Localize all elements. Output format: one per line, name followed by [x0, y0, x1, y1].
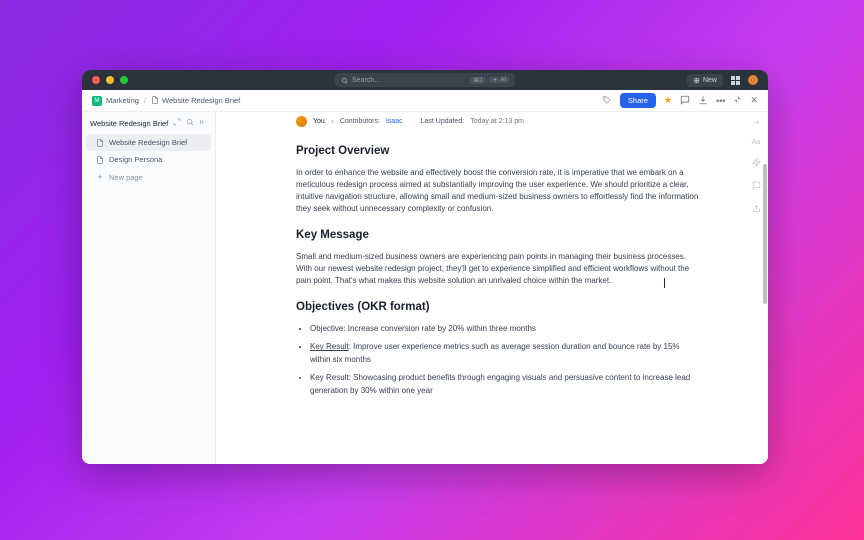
- search-sidebar-icon[interactable]: [186, 118, 194, 128]
- window-controls: [92, 76, 128, 84]
- sidebar-item-label: Design Persona: [109, 155, 162, 164]
- heading-key-message: Key Message: [296, 229, 700, 241]
- page-icon: [151, 96, 159, 106]
- more-icon[interactable]: •••: [716, 96, 725, 106]
- close-icon[interactable]: ✕: [750, 95, 758, 106]
- heading-objectives: Objectives (OKR format): [296, 301, 700, 313]
- meta-separator: [331, 120, 334, 123]
- close-window-icon[interactable]: [92, 76, 100, 84]
- rail-share-icon[interactable]: [750, 204, 762, 215]
- list-item: Key Result: Improve user experience metr…: [310, 341, 700, 366]
- rail-drag-icon[interactable]: ⇢: [750, 118, 762, 127]
- tree-toggle-icon[interactable]: [199, 118, 207, 128]
- user-avatar[interactable]: [748, 75, 758, 85]
- contributor-name[interactable]: Isaac: [386, 118, 403, 125]
- breadcrumb-space[interactable]: Marketing: [106, 96, 139, 105]
- updated-value: Today at 2:13 pm: [470, 118, 524, 125]
- sidebar-new-page[interactable]: + New page: [82, 168, 215, 186]
- doc-meta: You Contributors: Isaac Last Updated: To…: [296, 112, 700, 131]
- sidebar-item-persona[interactable]: Design Persona: [82, 151, 215, 168]
- comment-icon[interactable]: [680, 95, 690, 107]
- scrollbar[interactable]: [763, 134, 767, 394]
- right-rail: ⇢ Aa: [750, 118, 762, 215]
- sidebar-item-brief[interactable]: Website Redesign Brief: [86, 134, 211, 151]
- app-window: Search… ⌘J AI ⊕ New M Marketing / Websit…: [82, 70, 768, 464]
- rail-lightning-icon[interactable]: [750, 158, 762, 169]
- sparkle-icon: [492, 77, 498, 83]
- search-placeholder: Search…: [352, 77, 381, 84]
- sidebar-item-label: New page: [109, 173, 143, 182]
- plus-icon: +: [96, 172, 104, 182]
- titlebar: Search… ⌘J AI ⊕ New: [82, 70, 768, 90]
- breadcrumb-page[interactable]: Website Redesign Brief: [162, 96, 240, 105]
- expand-icon[interactable]: [173, 118, 181, 128]
- paragraph: Small and medium-sized business owners a…: [296, 251, 700, 287]
- search-input[interactable]: Search… ⌘J AI: [335, 73, 515, 87]
- share-button[interactable]: Share: [620, 93, 656, 108]
- document-content[interactable]: You Contributors: Isaac Last Updated: To…: [216, 112, 768, 464]
- paragraph: In order to enhance the website and effe…: [296, 167, 700, 215]
- contributors-label: Contributors:: [340, 118, 380, 125]
- heading-project-overview: Project Overview: [296, 145, 700, 157]
- star-icon[interactable]: ★: [664, 95, 672, 106]
- rail-text-icon[interactable]: Aa: [750, 139, 762, 146]
- list-item: Key Result: Showcasing product benefits …: [310, 372, 700, 397]
- search-icon: [341, 77, 348, 84]
- objectives-list: Objective: Increase conversion rate by 2…: [296, 323, 700, 397]
- author-you: You: [313, 118, 325, 125]
- collapse-icon[interactable]: [733, 95, 742, 106]
- sidebar: Website Redesign Brief Website Redesign …: [82, 112, 216, 464]
- ai-button[interactable]: AI: [489, 77, 509, 83]
- updated-label: Last Updated:: [421, 118, 465, 125]
- text-cursor: [664, 278, 665, 288]
- breadcrumb: M Marketing / Website Redesign Brief Sha…: [82, 90, 768, 112]
- key-result-label: Key Result: [310, 342, 349, 351]
- maximize-window-icon[interactable]: [120, 76, 128, 84]
- rail-comment-icon[interactable]: [750, 181, 762, 192]
- sidebar-title[interactable]: Website Redesign Brief: [82, 112, 215, 134]
- list-item: Objective: Increase conversion rate by 2…: [310, 323, 700, 335]
- scrollbar-thumb[interactable]: [763, 164, 767, 304]
- breadcrumb-separator: /: [144, 96, 146, 105]
- new-button[interactable]: ⊕ New: [687, 74, 723, 87]
- search-shortcut: ⌘J: [470, 77, 485, 84]
- page-icon: [96, 139, 104, 147]
- minimize-window-icon[interactable]: [106, 76, 114, 84]
- space-badge[interactable]: M: [92, 96, 102, 106]
- apps-icon[interactable]: [731, 76, 740, 85]
- sidebar-item-label: Website Redesign Brief: [109, 138, 187, 147]
- plus-icon: ⊕: [693, 76, 700, 85]
- tag-icon[interactable]: [602, 95, 612, 107]
- page-icon: [96, 156, 104, 164]
- download-icon[interactable]: [698, 95, 708, 107]
- author-avatar[interactable]: [296, 116, 307, 127]
